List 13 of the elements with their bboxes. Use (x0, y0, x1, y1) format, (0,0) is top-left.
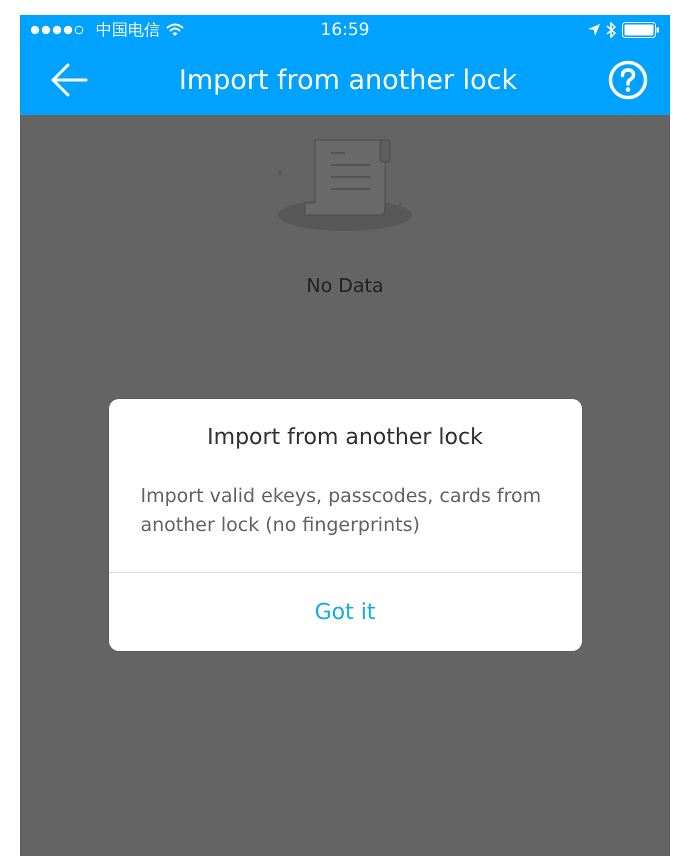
dialog-message: Import valid ekeys, passcodes, cards from another lock (no fingerprints) (140, 484, 542, 538)
location-arrow-icon (588, 24, 600, 36)
battery-icon (622, 22, 660, 38)
empty-message: No Data (306, 275, 384, 297)
status-time: 16:59 (320, 20, 370, 40)
got-it-button[interactable]: Got it (108, 572, 582, 651)
carrier-name: 中国电信 (96, 20, 160, 40)
help-button[interactable] (608, 60, 648, 100)
dialog-title: Import from another lock (206, 424, 484, 450)
back-button[interactable] (50, 63, 88, 97)
bluetooth-icon (606, 22, 616, 38)
page-title: Import from another lock (178, 64, 518, 96)
wifi-icon (166, 23, 184, 37)
